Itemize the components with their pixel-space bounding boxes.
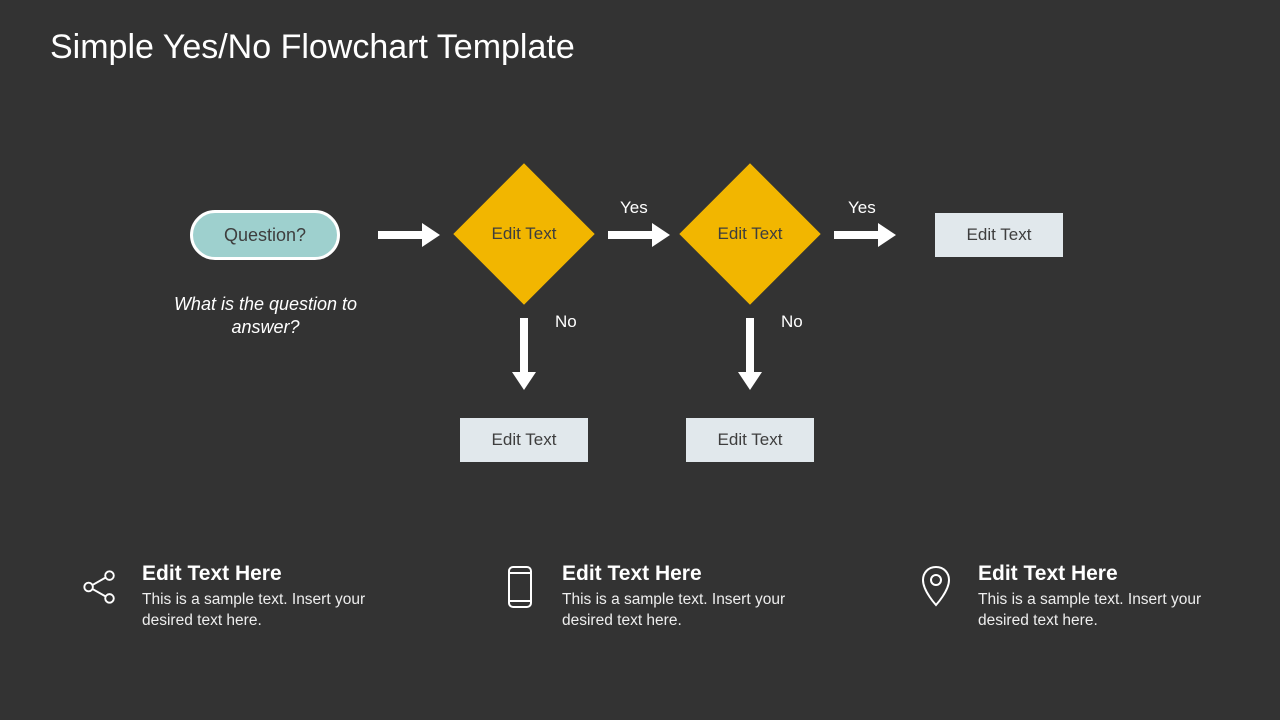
footer-item-3-body: This is a sample text. Insert your desir… xyxy=(978,590,1208,632)
result-node-end: Edit Text xyxy=(935,213,1063,257)
start-caption: What is the question to answer? xyxy=(158,293,373,340)
footer-item-1: Edit Text Here This is a sample text. In… xyxy=(80,562,372,632)
decision-node-2-label: Edit Text xyxy=(700,184,800,284)
footer-item-1-title: Edit Text Here xyxy=(142,562,372,586)
result-node-no-1: Edit Text xyxy=(460,418,588,462)
result-node-end-label: Edit Text xyxy=(967,225,1032,245)
location-pin-icon xyxy=(916,562,956,612)
decision-node-2: Edit Text xyxy=(679,163,820,304)
no-label-1: No xyxy=(555,312,577,332)
footer-item-3-title: Edit Text Here xyxy=(978,562,1208,586)
arrow-down-icon xyxy=(520,318,528,376)
start-node-label: Question? xyxy=(224,225,306,246)
footer-item-1-body: This is a sample text. Insert your desir… xyxy=(142,590,372,632)
arrow-right-icon xyxy=(378,231,426,239)
decision-node-1: Edit Text xyxy=(453,163,594,304)
footer-item-3: Edit Text Here This is a sample text. In… xyxy=(916,562,1208,632)
no-label-2: No xyxy=(781,312,803,332)
share-icon xyxy=(80,562,120,612)
footer-item-2-title: Edit Text Here xyxy=(562,562,792,586)
result-node-no-2: Edit Text xyxy=(686,418,814,462)
phone-icon xyxy=(500,562,540,612)
start-node: Question? xyxy=(190,210,340,260)
arrow-right-icon xyxy=(834,231,882,239)
footer-item-2-body: This is a sample text. Insert your desir… xyxy=(562,590,792,632)
result-node-no-1-label: Edit Text xyxy=(492,430,557,450)
footer-item-2: Edit Text Here This is a sample text. In… xyxy=(500,562,792,632)
yes-label-1: Yes xyxy=(620,198,648,218)
decision-node-1-label: Edit Text xyxy=(474,184,574,284)
arrow-down-icon xyxy=(746,318,754,376)
result-node-no-2-label: Edit Text xyxy=(718,430,783,450)
yes-label-2: Yes xyxy=(848,198,876,218)
arrow-right-icon xyxy=(608,231,656,239)
